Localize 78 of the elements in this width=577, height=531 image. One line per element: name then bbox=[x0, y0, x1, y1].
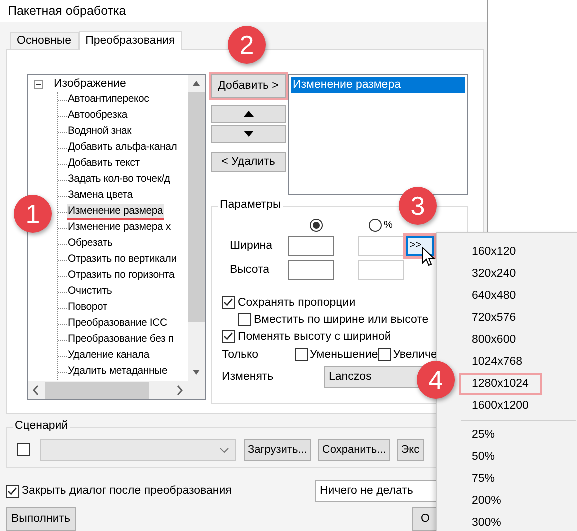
tree-item[interactable]: Удаление канала bbox=[67, 348, 150, 364]
menu-item[interactable]: 25% bbox=[459, 424, 508, 446]
triangle-up-icon bbox=[244, 111, 254, 117]
checkbox-label: Увеличе bbox=[393, 348, 438, 360]
tree-item[interactable]: Отразить по вертикали bbox=[67, 252, 178, 268]
tree-item[interactable]: Изображение bbox=[46, 78, 126, 90]
checkbox[interactable] bbox=[222, 330, 235, 343]
collapse-icon[interactable] bbox=[34, 80, 43, 88]
menu-item[interactable]: 1024x768 bbox=[459, 351, 536, 373]
checkbox[interactable] bbox=[295, 348, 308, 361]
group-title: Сценарий bbox=[13, 420, 70, 432]
move-up-button[interactable] bbox=[211, 105, 286, 123]
tree-item[interactable]: Добавить альфа-канал bbox=[67, 140, 178, 156]
horizontal-scrollbar[interactable] bbox=[28, 381, 205, 399]
dialog-button[interactable]: Выполнить bbox=[6, 507, 76, 531]
checkbox[interactable] bbox=[238, 313, 251, 326]
tree-item[interactable]: Добавить текст bbox=[67, 156, 141, 172]
menu-item[interactable]: 1600x1200 bbox=[459, 395, 542, 417]
tree-item[interactable]: Водяной знак bbox=[67, 124, 132, 140]
move-down-button[interactable] bbox=[211, 125, 286, 143]
menu-item[interactable]: 160x120 bbox=[459, 241, 530, 263]
triangle-down-icon bbox=[244, 131, 254, 137]
scenario-button[interactable]: Экс bbox=[397, 439, 424, 461]
group-title: Параметры bbox=[218, 199, 284, 211]
menu-item[interactable]: 200% bbox=[459, 490, 514, 512]
cursor-icon bbox=[422, 247, 435, 267]
tree-item[interactable]: Удалить метаданные bbox=[67, 364, 169, 380]
add-button[interactable]: Добавить > bbox=[211, 74, 286, 98]
checkbox-label: Уменьшение bbox=[310, 348, 378, 360]
tree-item[interactable]: Поворот bbox=[67, 300, 109, 316]
checkbox[interactable] bbox=[378, 348, 392, 361]
menu-item[interactable]: 50% bbox=[459, 446, 508, 468]
tab[interactable]: Преобразования bbox=[78, 31, 182, 50]
input-field[interactable] bbox=[288, 236, 334, 256]
tree-item[interactable]: Замена цвета bbox=[67, 188, 134, 204]
field-label: Ширина bbox=[230, 240, 274, 252]
menu-item[interactable]: 800x600 bbox=[459, 329, 530, 351]
tree-item[interactable]: Преобразование ICC bbox=[67, 316, 168, 332]
tree-item[interactable]: Изменение размера bbox=[67, 204, 164, 220]
tree-item[interactable]: Автоантиперекос bbox=[67, 92, 150, 108]
input-field[interactable] bbox=[358, 260, 404, 280]
scenario-button[interactable]: Загрузить... bbox=[244, 439, 312, 461]
menu-item[interactable]: 720x576 bbox=[459, 307, 530, 329]
checkbox-label: Вместить по ширине или высоте bbox=[254, 314, 429, 326]
checkbox[interactable] bbox=[6, 484, 19, 498]
list-item[interactable]: Изменение размера bbox=[291, 77, 465, 93]
field-label: Высота bbox=[230, 264, 270, 276]
tree-item[interactable]: Очистить bbox=[67, 284, 114, 300]
checkbox[interactable] bbox=[17, 443, 30, 456]
window-title: Пакетная обработка bbox=[8, 4, 126, 18]
menu-item[interactable]: 320x240 bbox=[459, 263, 530, 285]
checkbox-label: Закрыть диалог после преобразования bbox=[22, 485, 232, 497]
radio-button[interactable] bbox=[310, 218, 323, 232]
input-field[interactable] bbox=[358, 236, 404, 256]
radio-button[interactable] bbox=[369, 218, 382, 232]
tree-item[interactable]: Преобразование без п bbox=[67, 332, 175, 348]
chevron-down-icon bbox=[220, 448, 229, 452]
menu-item[interactable]: 300% bbox=[459, 512, 514, 531]
scenario-button[interactable]: Сохранить... bbox=[318, 439, 390, 461]
presets-button[interactable]: >> bbox=[406, 236, 434, 256]
tree-item[interactable]: Задать кол-во точек/д bbox=[67, 172, 172, 188]
vertical-scrollbar[interactable] bbox=[188, 75, 205, 381]
menu-item[interactable]: 75% bbox=[459, 468, 508, 490]
radio-label: % bbox=[384, 220, 393, 230]
checkbox-label: Поменять высоту с шириной bbox=[238, 330, 392, 342]
menu-item[interactable]: 640x480 bbox=[459, 285, 530, 307]
checkbox-label: Сохранять пропорции bbox=[238, 296, 356, 308]
remove-button[interactable]: < Удалить bbox=[211, 152, 286, 172]
tree-item[interactable]: Автообрезка bbox=[67, 108, 128, 124]
input-field[interactable] bbox=[288, 260, 334, 280]
tree-item[interactable]: Изменение размера х bbox=[67, 220, 172, 236]
tree-item[interactable]: Обрезать bbox=[67, 236, 114, 252]
menu-item[interactable]: 1280x1024 bbox=[459, 373, 542, 395]
checkbox[interactable] bbox=[222, 296, 235, 309]
field-label: Только bbox=[222, 348, 260, 360]
tab[interactable]: Основные bbox=[10, 32, 79, 49]
field-label: Изменять bbox=[222, 371, 275, 383]
tree-item[interactable]: Отразить по горизонта bbox=[67, 268, 176, 284]
